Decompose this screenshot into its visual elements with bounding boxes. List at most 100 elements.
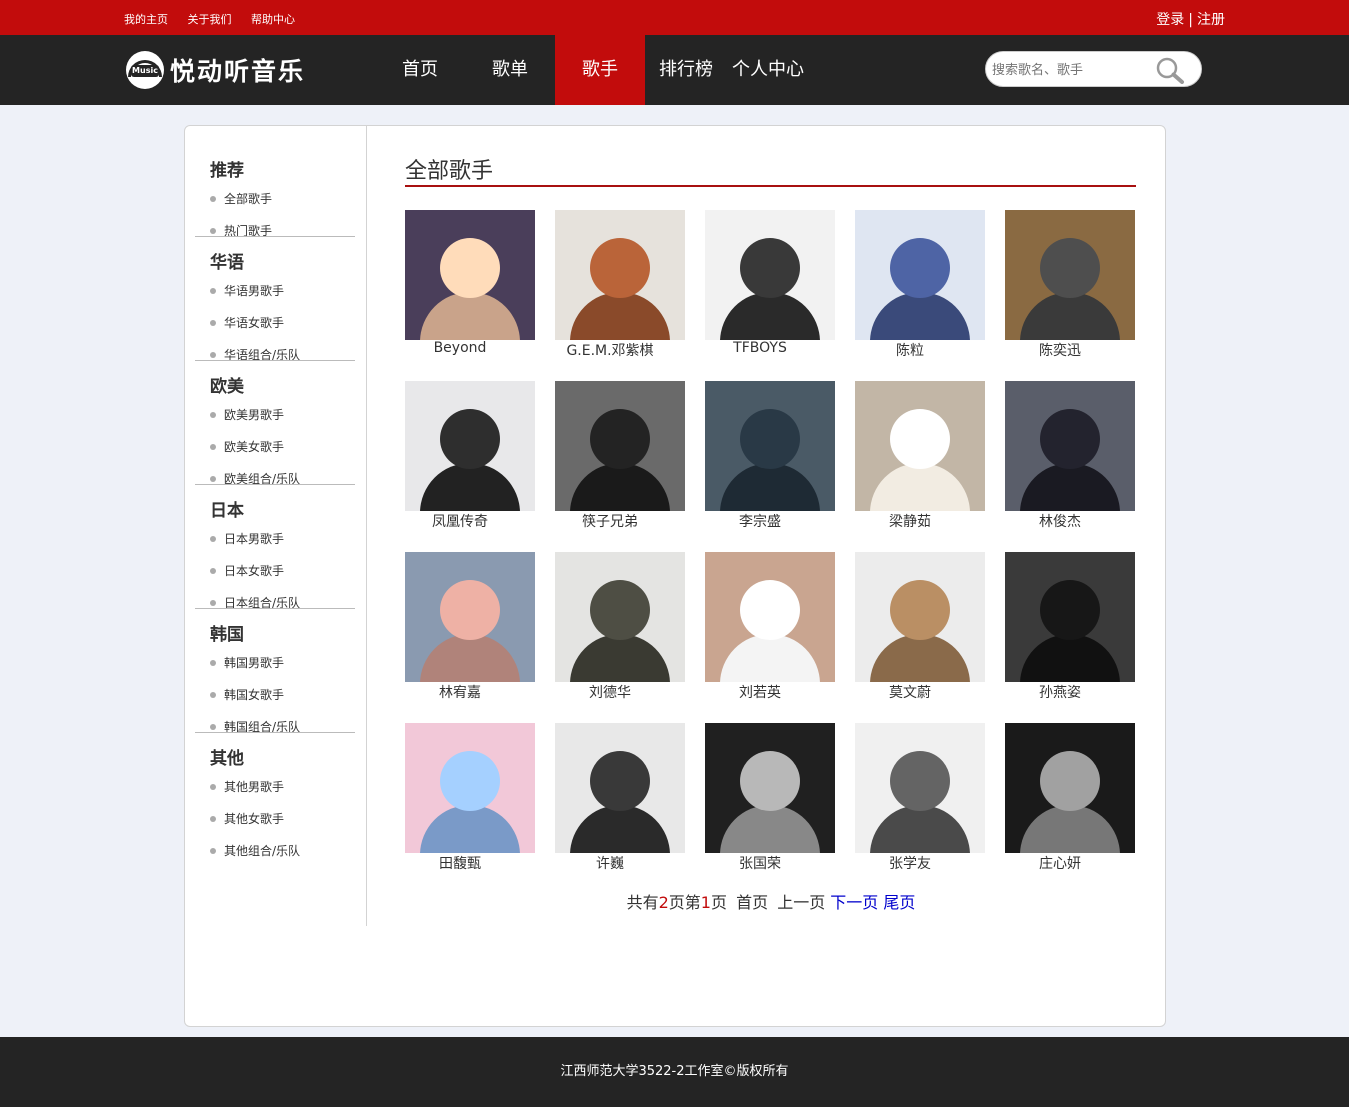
- sidebar-item[interactable]: 其他组合/乐队: [210, 842, 300, 859]
- singer-card[interactable]: 张国荣: [705, 723, 835, 872]
- singer-name[interactable]: 凤凰传奇: [395, 511, 525, 531]
- site-logo[interactable]: Music 悦动听音乐: [126, 48, 305, 92]
- singer-photo[interactable]: [705, 552, 835, 682]
- singer-photo[interactable]: [855, 210, 985, 340]
- singer-photo[interactable]: [555, 210, 685, 340]
- sidebar-item[interactable]: 其他女歌手: [210, 810, 284, 827]
- link-help-center[interactable]: 帮助中心: [251, 13, 295, 26]
- sidebar-item-label: 日本女歌手: [224, 564, 285, 578]
- singer-name[interactable]: 陈粒: [845, 340, 975, 360]
- singer-name[interactable]: 庄心妍: [995, 853, 1125, 873]
- singer-photo[interactable]: [1005, 381, 1135, 511]
- sidebar-item[interactable]: 日本女歌手: [210, 562, 284, 579]
- singer-card[interactable]: 莫文蔚: [855, 552, 985, 701]
- singer-photo[interactable]: [1005, 210, 1135, 340]
- singer-name[interactable]: 陈奕迅: [995, 340, 1125, 360]
- singer-name[interactable]: TFBOYS: [695, 340, 825, 356]
- singer-name[interactable]: 许巍: [545, 853, 675, 873]
- singer-card[interactable]: TFBOYS: [705, 210, 835, 356]
- top-bar: 我的主页 关于我们 帮助中心 登录 | 注册: [0, 0, 1349, 35]
- singer-name[interactable]: 张国荣: [695, 853, 825, 873]
- singer-photo[interactable]: [405, 381, 535, 511]
- singer-photo[interactable]: [555, 723, 685, 853]
- singer-card[interactable]: Beyond: [405, 210, 535, 356]
- singer-card[interactable]: 张学友: [855, 723, 985, 872]
- link-my-home[interactable]: 我的主页: [124, 13, 168, 26]
- singer-photo[interactable]: [555, 381, 685, 511]
- singer-photo[interactable]: [1005, 552, 1135, 682]
- singer-photo[interactable]: [705, 210, 835, 340]
- tab-home[interactable]: 首页: [375, 35, 465, 105]
- singer-photo[interactable]: [705, 381, 835, 511]
- singer-name[interactable]: 李宗盛: [695, 511, 825, 531]
- pager-first[interactable]: 首页: [736, 893, 768, 912]
- singer-card[interactable]: 许巍: [555, 723, 685, 872]
- singer-name[interactable]: 莫文蔚: [845, 682, 975, 702]
- singer-photo[interactable]: [705, 723, 835, 853]
- bullet-icon: [210, 319, 216, 326]
- singer-photo[interactable]: [855, 381, 985, 511]
- pager-next[interactable]: 下一页: [830, 893, 878, 912]
- singer-card[interactable]: 刘若英: [705, 552, 835, 701]
- singer-photo[interactable]: [405, 210, 535, 340]
- singer-name[interactable]: 梁静茹: [845, 511, 975, 531]
- sidebar-item[interactable]: 韩国男歌手: [210, 654, 284, 671]
- singer-name[interactable]: 刘德华: [545, 682, 675, 702]
- singer-photo[interactable]: [855, 552, 985, 682]
- tab-singers[interactable]: 歌手: [555, 35, 645, 105]
- link-about-us[interactable]: 关于我们: [188, 13, 232, 26]
- sidebar-item-label: 华语女歌手: [224, 316, 285, 330]
- singer-photo[interactable]: [555, 552, 685, 682]
- singer-card[interactable]: 李宗盛: [705, 381, 835, 530]
- search-box: [985, 51, 1202, 87]
- singer-name[interactable]: 刘若英: [695, 682, 825, 702]
- sidebar-item-label: 韩国女歌手: [224, 688, 285, 702]
- singer-name[interactable]: 林宥嘉: [395, 682, 525, 702]
- sidebar-item[interactable]: 欧美男歌手: [210, 406, 284, 423]
- singer-name[interactable]: Beyond: [395, 340, 525, 356]
- singer-photo[interactable]: [1005, 723, 1135, 853]
- sidebar-item[interactable]: 华语男歌手: [210, 282, 284, 299]
- sidebar-item[interactable]: 华语女歌手: [210, 314, 284, 331]
- singer-card[interactable]: 陈粒: [855, 210, 985, 359]
- bullet-icon: [210, 815, 216, 822]
- singer-card[interactable]: 田馥甄: [405, 723, 535, 872]
- search-icon[interactable]: [1155, 56, 1185, 84]
- sidebar-item[interactable]: 韩国女歌手: [210, 686, 284, 703]
- sidebar-item[interactable]: 欧美女歌手: [210, 438, 284, 455]
- singer-photo[interactable]: [855, 723, 985, 853]
- singer-card[interactable]: 梁静茹: [855, 381, 985, 530]
- search-input[interactable]: [992, 60, 1152, 80]
- sidebar-item[interactable]: 日本男歌手: [210, 530, 284, 547]
- tab-personal-center[interactable]: 个人中心: [727, 35, 809, 105]
- pagination: 共有2页第1页 首页 上一页 下一页 尾页: [405, 889, 1137, 913]
- tab-charts[interactable]: 排行榜: [645, 35, 727, 105]
- singer-name[interactable]: 孙燕姿: [995, 682, 1125, 702]
- singer-card[interactable]: 凤凰传奇: [405, 381, 535, 530]
- sidebar-item-label: 其他女歌手: [224, 812, 285, 826]
- singer-name[interactable]: G.E.M.邓紫棋: [545, 340, 675, 360]
- singer-card[interactable]: 林俊杰: [1005, 381, 1135, 530]
- singer-name[interactable]: 张学友: [845, 853, 975, 873]
- pager-suffix: 页: [710, 893, 727, 912]
- register-link[interactable]: 注册: [1197, 12, 1225, 28]
- singer-card[interactable]: 庄心妍: [1005, 723, 1135, 872]
- sidebar-item[interactable]: 其他男歌手: [210, 778, 284, 795]
- singer-name[interactable]: 田馥甄: [395, 853, 525, 873]
- singer-card[interactable]: 孙燕姿: [1005, 552, 1135, 701]
- singer-card[interactable]: G.E.M.邓紫棋: [555, 210, 685, 359]
- singer-photo[interactable]: [405, 552, 535, 682]
- login-link[interactable]: 登录: [1156, 12, 1184, 28]
- singer-photo[interactable]: [405, 723, 535, 853]
- singer-name[interactable]: 筷子兄弟: [545, 511, 675, 531]
- sidebar-item-label: 全部歌手: [224, 192, 273, 206]
- singer-card[interactable]: 筷子兄弟: [555, 381, 685, 530]
- singer-card[interactable]: 林宥嘉: [405, 552, 535, 701]
- sidebar-item[interactable]: 全部歌手: [210, 190, 272, 207]
- singer-card[interactable]: 刘德华: [555, 552, 685, 701]
- pager-last[interactable]: 尾页: [883, 893, 915, 912]
- singer-card[interactable]: 陈奕迅: [1005, 210, 1135, 359]
- tab-playlists[interactable]: 歌单: [465, 35, 555, 105]
- pager-prev[interactable]: 上一页: [777, 893, 825, 912]
- singer-name[interactable]: 林俊杰: [995, 511, 1125, 531]
